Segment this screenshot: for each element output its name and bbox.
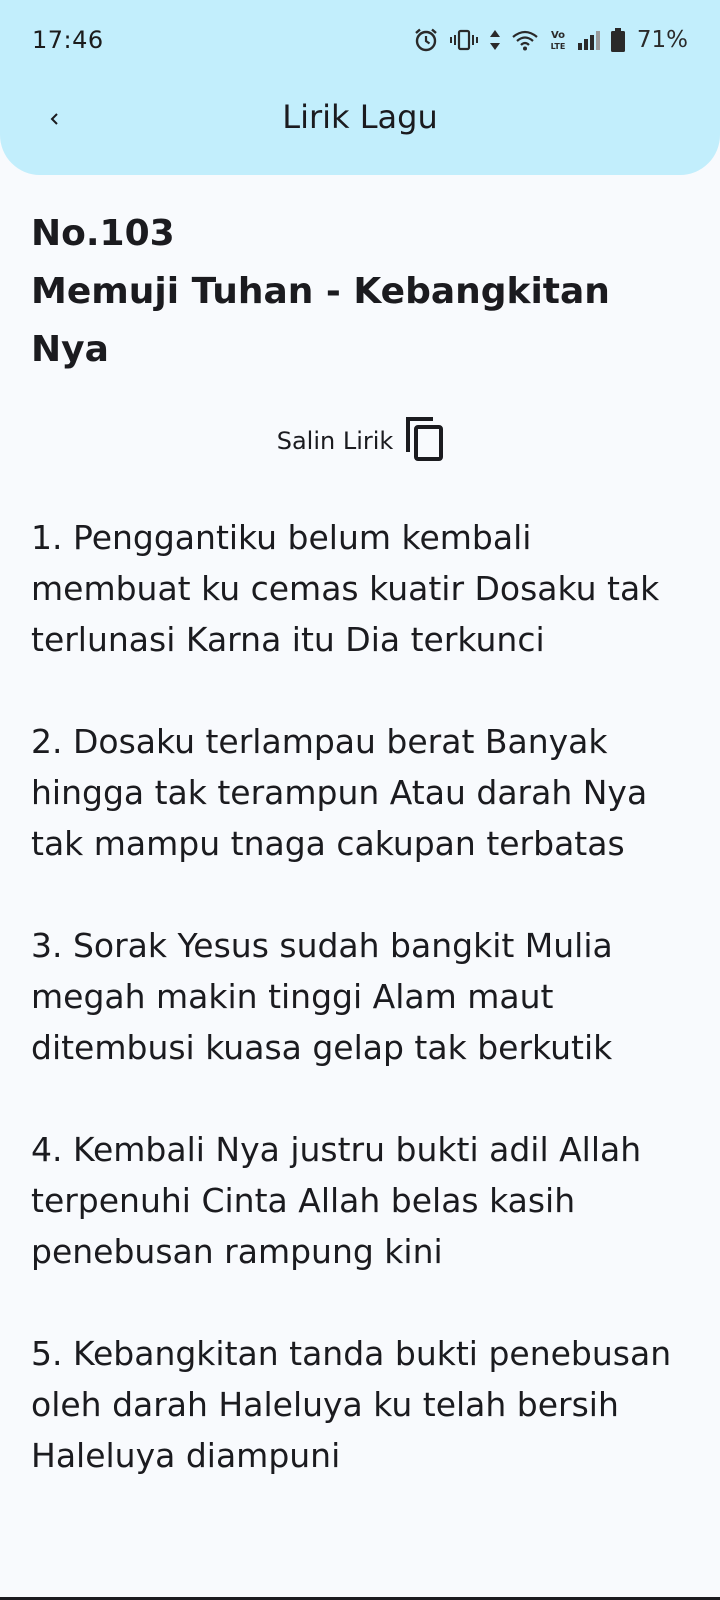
signal-icon xyxy=(577,29,601,51)
alarm-icon xyxy=(413,27,439,53)
song-title: Memuji Tuhan - Kebangkitan Nya xyxy=(31,271,610,370)
verse-4: 4. Kembali Nya justru bukti adil Allah t… xyxy=(31,1130,642,1271)
vibrate-icon xyxy=(449,29,479,51)
status-bar: 17:46 Vo LTE 71% xyxy=(0,0,720,82)
battery-percent: 71% xyxy=(636,27,688,53)
verse-3: 3. Sorak Yesus sudah bangkit Mulia megah… xyxy=(31,926,613,1067)
verse-5: 5. Kebangkitan tanda bukti penebusan ole… xyxy=(31,1334,672,1475)
lyrics-content: No.103 Memuji Tuhan - Kebangkitan Nya Sa… xyxy=(31,205,691,1532)
battery-icon xyxy=(610,28,625,52)
svg-text:LTE: LTE xyxy=(551,42,566,51)
app-bar: Lirik Lagu xyxy=(0,82,720,158)
wifi-icon xyxy=(511,29,539,51)
app-header: 17:46 Vo LTE 71% Lirik Lagu xyxy=(0,0,720,175)
volte-icon: Vo LTE xyxy=(549,28,567,52)
song-number: No.103 xyxy=(31,213,175,254)
data-arrows-icon xyxy=(489,29,501,51)
page-title: Lirik Lagu xyxy=(282,98,438,136)
status-time: 17:46 xyxy=(32,26,104,54)
status-icons: Vo LTE 71% xyxy=(413,24,688,56)
copy-lyrics-label: Salin Lirik xyxy=(276,427,394,455)
copy-lyrics-button[interactable]: Salin Lirik xyxy=(31,415,691,467)
copy-icon xyxy=(405,416,445,466)
verse-1: 1. Penggantiku belum kembali membuat ku … xyxy=(31,518,660,659)
verse-2: 2. Dosaku terlampau berat Banyak hingga … xyxy=(31,722,648,863)
svg-text:Vo: Vo xyxy=(551,30,565,41)
lyrics-list: 1. Penggantiku belum kembali membuat ku … xyxy=(31,512,691,1481)
